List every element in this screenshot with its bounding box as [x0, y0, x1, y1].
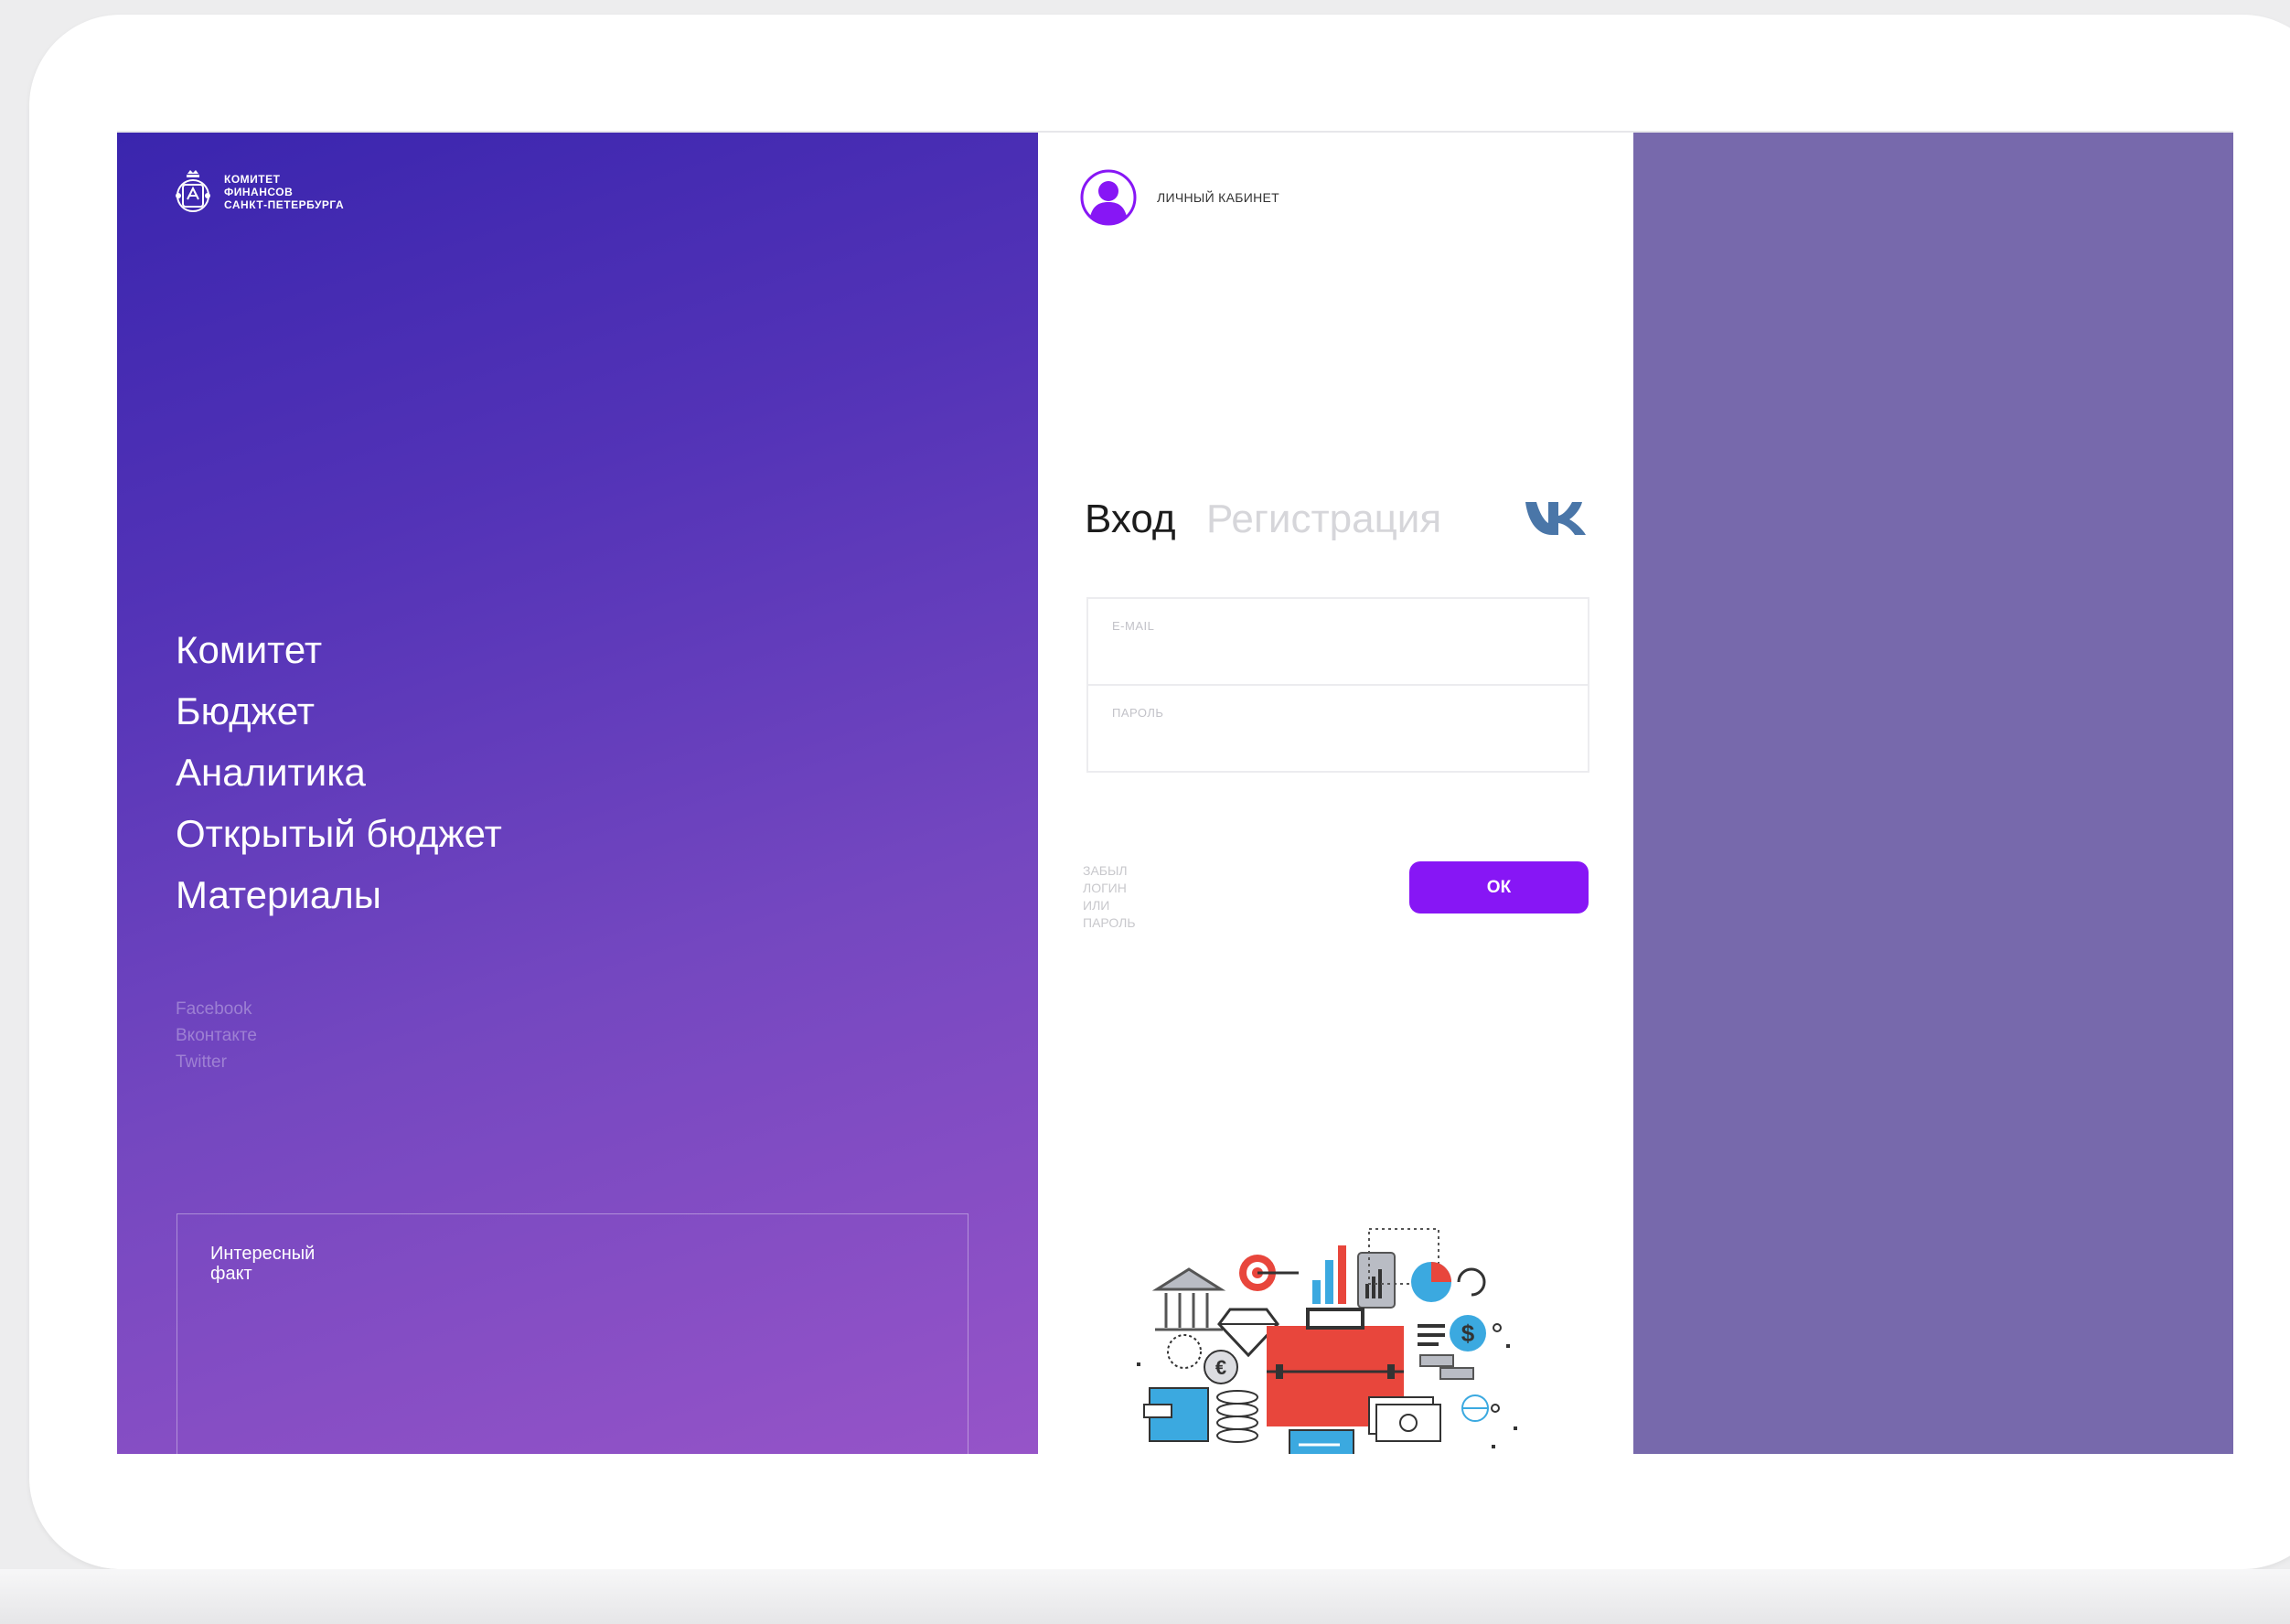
- forgot-credentials-link[interactable]: ЗАБЫЛ ЛОГИН ИЛИ ПАРОЛЬ: [1083, 862, 1156, 932]
- brand-line-3: САНКТ-ПЕТЕРБУРГА: [224, 198, 345, 211]
- social-link-vkontakte[interactable]: Вконтакте: [176, 1022, 257, 1049]
- password-label: ПАРОЛЬ: [1112, 706, 1164, 720]
- password-input[interactable]: [1110, 728, 1558, 761]
- email-input[interactable]: [1110, 641, 1558, 674]
- nav-item-budget[interactable]: Бюджет: [176, 680, 502, 742]
- tab-login[interactable]: Вход: [1085, 497, 1176, 542]
- svg-text:$: $: [1461, 1320, 1475, 1347]
- emblem-icon: [176, 170, 210, 212]
- personal-account-label: ЛИЧНЫЙ КАБИНЕТ: [1157, 190, 1279, 205]
- user-icon: [1080, 169, 1137, 226]
- personal-account-link[interactable]: ЛИЧНЫЙ КАБИНЕТ: [1080, 169, 1279, 226]
- main-nav: Комитет Бюджет Аналитика Открытый бюджет…: [176, 619, 502, 925]
- left-panel: КОМИТЕТ ФИНАНСОВ САНКТ-ПЕТЕРБУРГА Комите…: [117, 133, 1038, 1454]
- nav-item-committee[interactable]: Комитет: [176, 619, 502, 680]
- brand-name: КОМИТЕТ ФИНАНСОВ САНКТ-ПЕТЕРБУРГА: [224, 173, 344, 211]
- device-base: [0, 1569, 2290, 1624]
- brand-line-2: ФИНАНСОВ: [224, 186, 294, 198]
- interesting-fact-title: Интересный факт: [210, 1244, 316, 1284]
- nav-item-materials[interactable]: Материалы: [176, 864, 502, 925]
- interesting-fact-card: Интересный факт: [177, 1213, 968, 1454]
- vk-icon[interactable]: [1524, 497, 1589, 537]
- email-field: E-MAIL: [1086, 597, 1589, 686]
- social-links: Facebook Вконтакте Twitter: [176, 996, 257, 1075]
- right-panel: [1633, 133, 2233, 1454]
- brand-line-1: КОМИТЕТ: [224, 173, 281, 186]
- brand-logo[interactable]: КОМИТЕТ ФИНАНСОВ САНКТ-ПЕТЕРБУРГА: [175, 168, 344, 216]
- tab-register[interactable]: Регистрация: [1206, 497, 1441, 542]
- email-label: E-MAIL: [1112, 619, 1155, 633]
- social-link-facebook[interactable]: Facebook: [176, 996, 257, 1022]
- social-link-twitter[interactable]: Twitter: [176, 1049, 257, 1075]
- nav-item-analytics[interactable]: Аналитика: [176, 742, 502, 803]
- login-panel: ЛИЧНЫЙ КАБИНЕТ Вход Регистрация E-MAIL П…: [1038, 133, 1633, 1454]
- nav-item-open-budget[interactable]: Открытый бюджет: [176, 803, 502, 864]
- password-field: ПАРОЛЬ: [1086, 684, 1589, 773]
- finance-illustration: $ €: [1137, 1228, 1517, 1454]
- submit-button[interactable]: ОК: [1409, 861, 1589, 914]
- screen: КОМИТЕТ ФИНАНСОВ САНКТ-ПЕТЕРБУРГА Комите…: [117, 133, 2233, 1454]
- svg-text:€: €: [1215, 1356, 1226, 1379]
